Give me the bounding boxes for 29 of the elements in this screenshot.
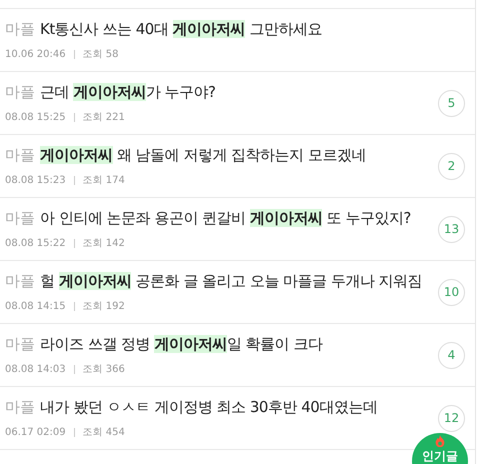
post-date: 08.08 15:22 bbox=[5, 236, 66, 251]
post-title[interactable]: 라이즈 쓰갤 정병 게이아저씨일 확률이 크다 bbox=[40, 333, 322, 356]
post-title[interactable]: Kt통신사 쓰는 40대 게이아저씨 그만하세요 bbox=[40, 18, 322, 41]
post-date: 08.08 15:23 bbox=[5, 174, 66, 188]
view-count: 조회 221 bbox=[82, 110, 125, 125]
view-count: 조회 366 bbox=[82, 362, 125, 377]
category-label: 마플 bbox=[5, 397, 35, 418]
category-label: 마플 bbox=[5, 208, 35, 230]
category-label: 마플 bbox=[5, 82, 35, 104]
post-title[interactable]: 근데 게이아저씨가 누구야? bbox=[40, 81, 216, 104]
category-label: 마플 bbox=[5, 145, 35, 166]
post-title[interactable]: 게이아저씨 왜 남돌에 저렇게 집착하는지 모르겠네 bbox=[40, 144, 366, 167]
post-date: 08.08 14:03 bbox=[5, 362, 66, 377]
post-date: 08.08 15:25 bbox=[5, 110, 66, 125]
post-date: 10.06 20:46 bbox=[5, 48, 66, 62]
post-title[interactable]: 헐 게이아저씨 공론화 글 올리고 오늘 마플글 두개나 지워짐 bbox=[40, 270, 422, 293]
view-count: 조회 58 bbox=[82, 48, 119, 62]
post-title[interactable]: 내가 봤던 ㅇㅅㅌ 게이정병 최소 30후반 40대였는데 bbox=[40, 396, 378, 419]
post-date: 08.08 14:15 bbox=[5, 300, 66, 314]
view-count: 조회 454 bbox=[82, 426, 125, 440]
flame-icon bbox=[435, 435, 445, 447]
view-count: 조회 174 bbox=[82, 174, 125, 188]
view-count: 조회 142 bbox=[82, 236, 125, 251]
view-count: 조회 192 bbox=[82, 300, 125, 314]
category-label: 마플 bbox=[5, 19, 35, 40]
category-label: 마플 bbox=[5, 334, 35, 356]
post-title[interactable]: 아 인티에 논문좌 용곤이 퀸갈비 게이아저씨 또 누구있지? bbox=[40, 207, 411, 230]
category-label: 마플 bbox=[5, 271, 35, 292]
post-date: 06.17 02:09 bbox=[5, 426, 66, 440]
